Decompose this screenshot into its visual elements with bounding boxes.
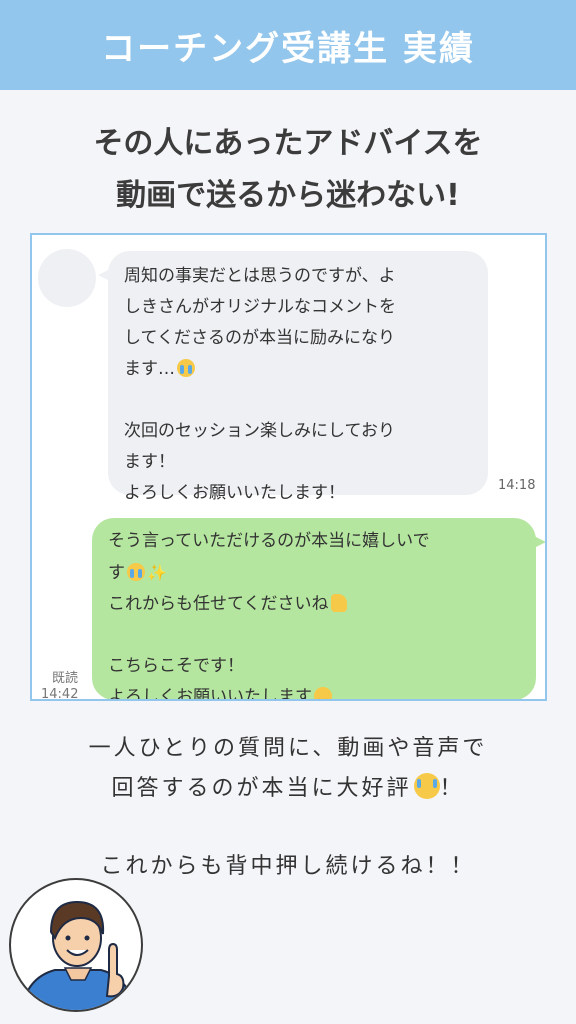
outgoing-line: これからも任せてくださいね — [108, 589, 520, 620]
chat-screenshot: 周知の事実だとは思うのですが、よ しきさんがオリジナルなコメントを してくださる… — [30, 233, 547, 701]
outgoing-line-text: よろしくお願いいたします — [108, 687, 312, 701]
message-line-3: これからも背中押し続けるね！！ — [100, 854, 476, 879]
incoming-message-bubble: 周知の事実だとは思うのですが、よ しきさんがオリジナルなコメントを してくださる… — [98, 251, 488, 503]
loudly-crying-face-icon — [413, 773, 440, 799]
message-line-2: 回答するのが本当に大好評 ！ — [0, 770, 576, 802]
loudly-crying-face-icon — [127, 563, 145, 581]
incoming-line-text: ます… — [124, 359, 175, 379]
outgoing-line: よろしくお願いいたします — [108, 682, 520, 701]
incoming-line: 次回のセッション楽しみにしており — [124, 421, 395, 441]
read-receipt: 既読 — [52, 671, 79, 686]
outgoing-line: そう言っていただけるのが本当に嬉しいで — [108, 531, 430, 551]
outgoing-timestamp: 14:42 — [41, 687, 79, 701]
sparkles-icon: ✨ — [147, 563, 167, 582]
incoming-line: ます… — [124, 354, 472, 385]
message-line-2-text: 回答するのが本当に大好評 — [111, 776, 412, 801]
outgoing-message-bubble: そう言っていただけるのが本当に嬉しいで す ✨ これからも任せてくださいね こちら… — [92, 518, 545, 701]
incoming-line — [124, 385, 472, 416]
page-title: コーチング受講生 実績 — [101, 28, 475, 69]
incoming-line: よろしくお願いいたします！ — [124, 483, 345, 503]
header-banner: コーチング受講生 実績 — [0, 0, 576, 90]
outgoing-line-text: これからも任せてくださいね — [108, 594, 329, 614]
incoming-line: してくださるのが本当に励みになり — [124, 328, 395, 348]
headline-line-2: 動画で送るから迷わない! — [116, 178, 460, 213]
incoming-timestamp: 14:18 — [498, 478, 536, 493]
incoming-line: しきさんがオリジナルなコメントを — [124, 297, 396, 317]
outgoing-line-text: す — [108, 563, 125, 583]
incoming-line: 周知の事実だとは思うのですが、よ — [124, 266, 396, 286]
smiling-face-icon — [314, 687, 332, 699]
incoming-line: ます！ — [124, 452, 175, 472]
coach-illustration — [20, 900, 136, 1010]
message-line-2-suffix: ！ — [439, 776, 465, 801]
sender-avatar — [38, 249, 96, 307]
outgoing-line: す ✨ — [108, 557, 520, 589]
message-line-1: 一人ひとりの質問に、動画や音声で — [88, 736, 488, 761]
headline-line-1: その人にあったアドバイスを — [93, 126, 483, 161]
headline: その人にあったアドバイスを 動画で送るから迷わない! — [0, 118, 576, 222]
thumbs-up-icon — [330, 594, 347, 612]
outgoing-line — [108, 620, 520, 651]
coach-avatar — [9, 878, 143, 1012]
outgoing-line: こちらこそです！ — [108, 656, 244, 676]
loudly-crying-face-icon — [177, 359, 195, 377]
